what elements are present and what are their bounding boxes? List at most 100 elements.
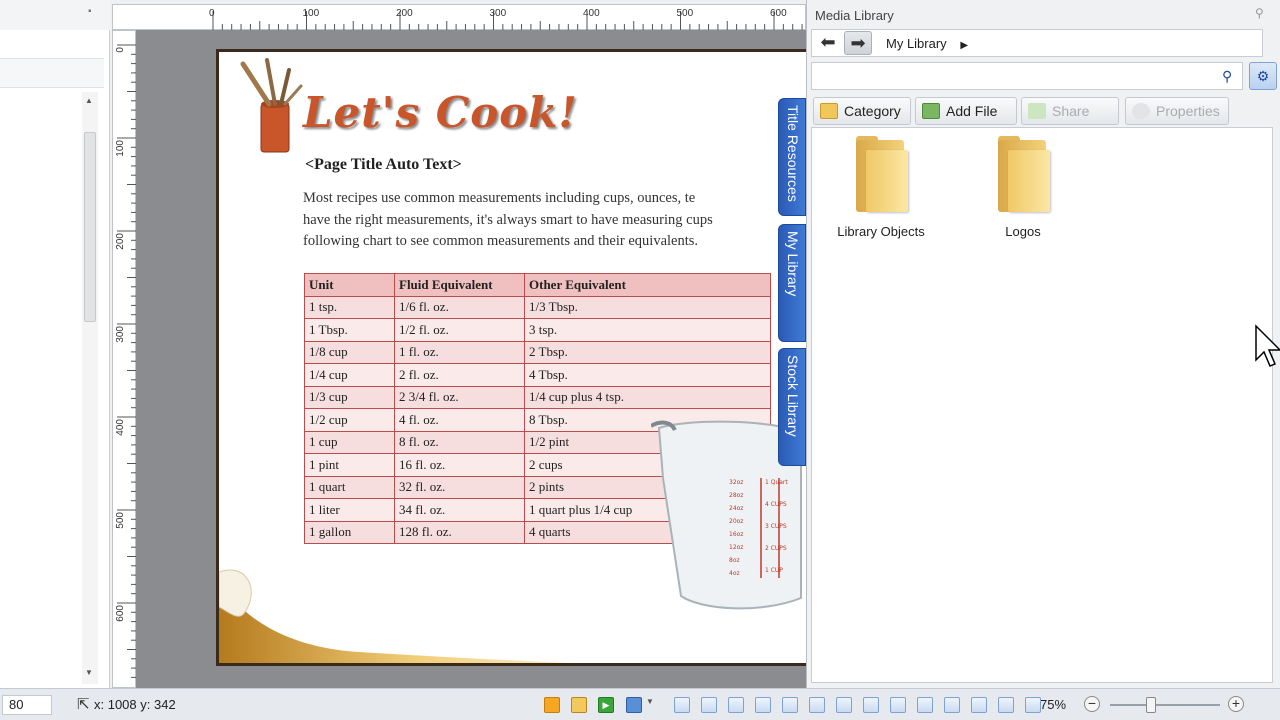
status-bar: 80 ⇱ x: 1008 y: 342 ▶ ▼ 75% − + [0, 688, 1280, 720]
preview-icon[interactable] [626, 697, 642, 713]
same-size-icon[interactable] [944, 697, 960, 713]
share-button[interactable]: Share [1021, 97, 1119, 125]
intro-text[interactable]: Most recipes use common measurements inc… [303, 188, 806, 253]
arrow-left-icon: ⬅ [820, 32, 836, 52]
table-cell: 34 fl. oz. [394, 498, 525, 522]
properties-label: Properties [1156, 103, 1220, 119]
table-cell: 2 fl. oz. [394, 363, 525, 387]
pointer-tool-icon: ⇱ [77, 696, 90, 713]
table-cell: 4 Tbsp. [524, 363, 771, 387]
table-cell: 2 Tbsp. [524, 340, 771, 364]
intro-line: following chart to see common measuremen… [303, 233, 699, 249]
scroll-up-icon[interactable]: ▲ [85, 96, 93, 105]
layout-icon[interactable] [571, 697, 587, 713]
category-button[interactable]: Category [813, 97, 911, 125]
ruler-tick-label: 500 [676, 8, 694, 19]
back-button[interactable]: ⬅ [814, 31, 842, 55]
properties-button[interactable]: Properties [1125, 97, 1229, 125]
cursor-coordinates: x: 1008 y: 342 [94, 697, 176, 712]
search-icon[interactable]: ⚲ [1222, 68, 1232, 85]
table-cell: 1/4 cup [304, 363, 395, 387]
zoom-slider-thumb[interactable] [1146, 697, 1156, 713]
ruler-tick-label: 200 [396, 8, 413, 19]
table-cell: 1/4 cup plus 4 tsp. [524, 385, 771, 409]
cup-mark-label: 16oz [729, 531, 743, 538]
distribute-v-icon[interactable] [863, 697, 879, 713]
zoom-out-button[interactable]: − [1084, 696, 1100, 712]
pin-icon[interactable]: ⚲ [1255, 6, 1264, 20]
same-height-icon[interactable] [917, 697, 933, 713]
tab-my-library[interactable]: My Library [778, 224, 806, 342]
folder-logos[interactable]: Logos [968, 136, 1078, 239]
intro-line: Most recipes use common measurements inc… [303, 190, 696, 206]
breadcrumb-item[interactable]: My Library [886, 36, 947, 51]
align-middle-icon[interactable] [782, 697, 798, 713]
category-label: Category [844, 103, 901, 119]
pin-icon[interactable]: ▪ [88, 7, 98, 17]
cup-mark-label: 12oz [729, 544, 743, 551]
align-left-icon[interactable] [674, 697, 690, 713]
search-settings-icon: ⚙ [1256, 68, 1270, 84]
tab-stock-library-label: Stock Library [785, 355, 801, 437]
scroll-down-icon[interactable]: ▼ [85, 668, 93, 677]
order-front-icon[interactable] [971, 697, 987, 713]
page-number-field[interactable]: 80 [2, 695, 52, 715]
order-back-icon[interactable] [998, 697, 1014, 713]
ruler-tick-label: 0 [115, 47, 126, 53]
advanced-search-button[interactable]: ⚙ [1249, 62, 1277, 90]
ruler-tick-label: 400 [115, 419, 126, 436]
table-header-row: Unit Fluid Equivalent Other Equivalent [304, 273, 771, 297]
table-cell: 1 Tbsp. [304, 318, 395, 342]
table-cell: 128 fl. oz. [394, 520, 525, 544]
align-center-icon[interactable] [701, 697, 717, 713]
table-cell: 1 tsp. [304, 295, 395, 319]
table-header-cell: Fluid Equivalent [394, 273, 525, 297]
ruler-tick-label: 400 [583, 8, 600, 19]
same-width-icon[interactable] [890, 697, 906, 713]
table-cell: 1/2 cup [304, 408, 395, 432]
zoom-in-button[interactable]: + [1228, 696, 1244, 712]
align-bottom-icon[interactable] [809, 697, 825, 713]
cup-mark-label: 2 CUPS [765, 545, 787, 552]
table-cell: 8 fl. oz. [394, 430, 525, 454]
add-file-button[interactable]: Add File [915, 97, 1017, 125]
chevron-down-icon[interactable]: ▼ [646, 697, 654, 713]
table-cell: 1 quart [304, 475, 395, 499]
breadcrumb[interactable]: My Library ▶ [886, 36, 968, 51]
folder-library-objects[interactable]: Library Objects [826, 136, 936, 239]
folder-icon [854, 136, 908, 214]
folder-icon [996, 136, 1050, 214]
tab-stock-library[interactable]: Stock Library [778, 348, 806, 466]
table-cell: 1 liter [304, 498, 395, 522]
table-cell: 1 fl. oz. [394, 340, 525, 364]
table-cell: 1/3 cup [304, 385, 395, 409]
page-title[interactable]: <Page Title Auto Text> [305, 156, 462, 174]
zoom-slider-track[interactable] [1110, 704, 1220, 706]
tab-title-resources[interactable]: Title Resources [778, 98, 806, 216]
forward-button[interactable]: ➡ [844, 31, 872, 55]
chevron-right-icon[interactable]: ▶ [960, 40, 968, 51]
cup-mark-label: 1 CUP [765, 567, 783, 574]
ruler-tick-label: 100 [115, 140, 126, 157]
table-cell: 16 fl. oz. [394, 453, 525, 477]
ruler-tick-label: 100 [302, 8, 320, 19]
table-cell: 1/3 Tbsp. [524, 295, 771, 319]
scrollbar-thumb[interactable] [84, 132, 96, 322]
cup-mark-label: 24oz [729, 505, 743, 512]
add-category-icon [820, 103, 838, 119]
vertical-ruler: 0 100 200 300 400 500 600 [112, 30, 136, 688]
edit-mode-icon[interactable] [544, 697, 560, 713]
align-right-icon[interactable] [728, 697, 744, 713]
search-input[interactable]: ⚲ [811, 62, 1243, 90]
left-scrollbar[interactable]: ▲ ▼ [82, 92, 98, 684]
group-icon[interactable] [1025, 697, 1041, 713]
cup-mark-label: 28oz [729, 492, 743, 499]
hero-title: Let's Cook! [303, 88, 578, 137]
utensils-graphic [240, 58, 303, 153]
panel-title: Media Library [815, 8, 894, 23]
align-top-icon[interactable] [755, 697, 771, 713]
play-icon[interactable]: ▶ [598, 697, 614, 713]
distribute-h-icon[interactable] [836, 697, 852, 713]
left-panel-band [0, 58, 104, 88]
document-page[interactable]: Let's Cook! <Page Title Auto Text> Most … [216, 49, 806, 666]
